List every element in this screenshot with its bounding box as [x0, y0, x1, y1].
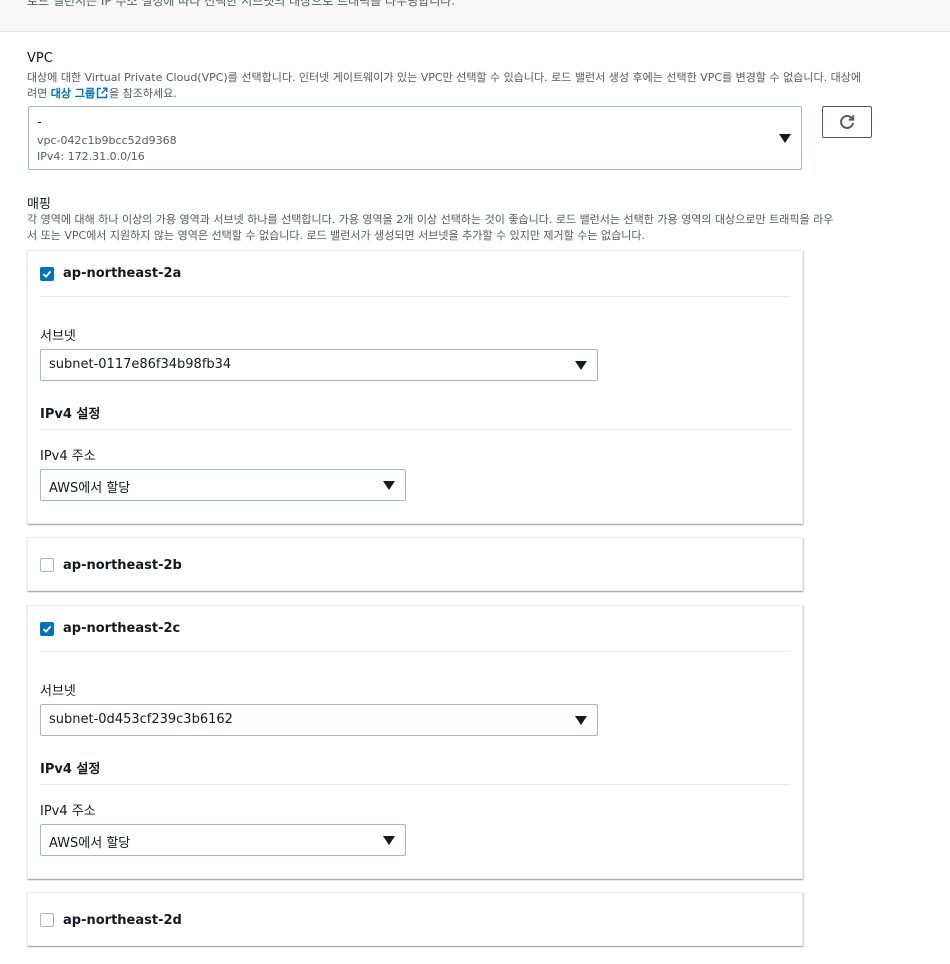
subnet-selected-value: subnet-0d453cf239c3b6162 [49, 712, 233, 727]
external-link-icon[interactable] [96, 87, 108, 104]
mapping-label: 매핑 [27, 197, 51, 212]
az-label: ap-northeast-2d [63, 912, 182, 928]
az-header: ap-northeast-2c [40, 606, 790, 652]
check-icon [42, 624, 52, 634]
caret-down-icon [575, 716, 587, 725]
ipv4-address-label: IPv4 주소 [40, 804, 96, 819]
mapping-description-line-1: 각 영역에 대해 하나 이상의 가용 영역과 서브넷 하나를 선택합니다. 가용… [27, 213, 834, 226]
target-group-link-text[interactable]: 대상 그룹 [51, 87, 95, 100]
subnet-select-ap-northeast-2c[interactable]: subnet-0d453cf239c3b6162 [40, 704, 598, 736]
refresh-icon [838, 113, 856, 131]
vpc-description: 대상에 대한 Virtual Private Cloud(VPC)를 선택합니다… [27, 70, 950, 104]
az-checkbox-ap-northeast-2d[interactable] [40, 913, 54, 927]
az-header: ap-northeast-2d [40, 897, 790, 943]
az-header: ap-northeast-2b [40, 542, 790, 588]
ipv4-address-select-ap-northeast-2c[interactable]: AWS에서 할당 [40, 824, 406, 856]
caret-down-icon [575, 361, 587, 370]
refresh-vpc-button[interactable] [822, 106, 872, 138]
mapping-description-line-2: 서 또는 VPC에서 지원하지 않는 영역은 선택할 수 없습니다. 로드 밸런… [27, 229, 646, 242]
vpc-selected-id: vpc-042c1b9bcc52d9368 [37, 134, 177, 147]
az-checkbox-ap-northeast-2a[interactable] [40, 266, 54, 281]
az-label: ap-northeast-2a [63, 266, 182, 281]
caret-down-icon [779, 134, 791, 143]
az-card-ap-northeast-2d: ap-northeast-2d [27, 892, 803, 946]
section-divider [40, 429, 790, 430]
vpc-select[interactable]: - vpc-042c1b9bcc52d9368 IPv4: 172.31.0.0… [28, 106, 802, 170]
caret-down-icon [383, 836, 395, 845]
mapping-description: 각 영역에 대해 하나 이상의 가용 영역과 서브넷 하나를 선택합니다. 가용… [27, 212, 950, 244]
top-info-strip: 로드 밸런서는 IP 주소 설정에 따라 선택한 서브넷의 대상으로 트래픽을 … [0, 0, 950, 32]
az-checkbox-ap-northeast-2b[interactable] [40, 558, 54, 572]
vpc-selected-cidr: IPv4: 172.31.0.0/16 [37, 150, 145, 163]
caret-down-icon [383, 481, 395, 490]
az-checkbox-ap-northeast-2c[interactable] [40, 621, 54, 636]
az-header: ap-northeast-2a [40, 251, 790, 297]
az-card-ap-northeast-2a: ap-northeast-2a 서브넷 subnet-0117e86f34b98… [27, 250, 803, 524]
ipv4-selected-value: AWS에서 할당 [49, 481, 131, 496]
ipv4-selected-value: AWS에서 할당 [49, 836, 131, 851]
vpc-label: VPC [27, 51, 53, 66]
az-label: ap-northeast-2c [63, 621, 181, 636]
subnet-selected-value: subnet-0117e86f34b98fb34 [49, 357, 232, 372]
subnet-select-ap-northeast-2a[interactable]: subnet-0117e86f34b98fb34 [40, 349, 598, 381]
ipv4-address-select-ap-northeast-2a[interactable]: AWS에서 할당 [40, 469, 406, 501]
vpc-description-line-1: 대상에 대한 Virtual Private Cloud(VPC)를 선택합니다… [27, 71, 861, 84]
subnet-label: 서브넷 [40, 329, 76, 344]
ipv4-settings-title: IPv4 설정 [40, 407, 101, 422]
check-icon [42, 269, 52, 279]
ipv4-address-label: IPv4 주소 [40, 449, 96, 464]
az-label: ap-northeast-2b [63, 557, 182, 573]
vpc-description-prefix: 려면 [27, 87, 48, 100]
vpc-description-line-2: 려면 대상 그룹 을 참조하세요. [27, 86, 950, 104]
vpc-selected-name: - [37, 115, 42, 130]
az-card-ap-northeast-2c: ap-northeast-2c 서브넷 subnet-0d453cf239c3b… [27, 605, 803, 879]
target-group-link[interactable]: 대상 그룹 [51, 87, 109, 100]
vpc-description-suffix: 을 참조하세요. [109, 87, 177, 100]
az-card-ap-northeast-2b: ap-northeast-2b [27, 537, 803, 591]
ipv4-settings-title: IPv4 설정 [40, 762, 101, 777]
top-description: 로드 밸런서는 IP 주소 설정에 따라 선택한 서브넷의 대상으로 트래픽을 … [27, 0, 456, 8]
section-divider [40, 784, 790, 785]
subnet-label: 서브넷 [40, 684, 76, 699]
